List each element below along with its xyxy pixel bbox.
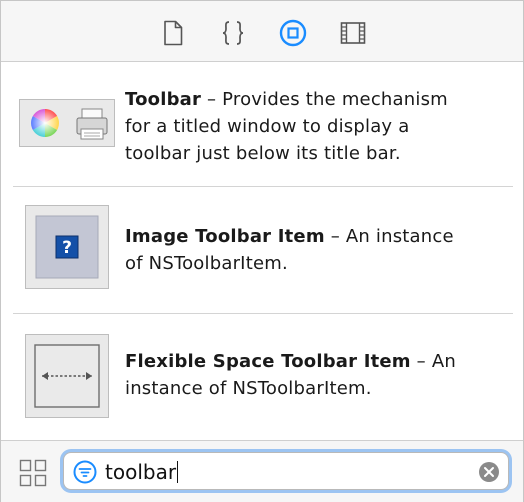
item-title: Toolbar [125, 89, 202, 110]
document-icon [164, 20, 183, 46]
filter-icon[interactable] [73, 460, 97, 484]
item-separator: – [201, 89, 223, 110]
image-toolbar-item-thumbnail: ? [25, 205, 109, 289]
question-mark-icon: ? [35, 215, 99, 279]
item-separator: – [324, 226, 346, 247]
object-library-button[interactable] [279, 19, 307, 47]
media-library-button[interactable] [339, 19, 367, 47]
library-selector-bar [1, 0, 523, 62]
object-library-panel: Toolbar – Provides the mechanism for a t… [0, 0, 524, 502]
file-template-library-button[interactable] [159, 19, 187, 47]
library-filter-field[interactable]: toolbar [63, 452, 509, 490]
film-strip-icon [340, 22, 366, 44]
item-description-line: Provides the mechanism [222, 89, 448, 110]
list-item-toolbar[interactable]: Toolbar – Provides the mechanism for a t… [13, 62, 513, 187]
list-item-image-toolbar-item[interactable]: ? Image Toolbar Item – An instance of NS… [13, 187, 513, 314]
object-library-list: Toolbar – Provides the mechanism for a t… [1, 62, 523, 440]
list-item-description: Image Toolbar Item – An instance of NSTo… [125, 223, 505, 277]
toolbar-thumbnail [19, 99, 115, 147]
color-wheel-and-printer-icon [31, 108, 108, 140]
list-item-description: Flexible Space Toolbar Item – An instanc… [125, 348, 505, 402]
item-separator: – [410, 351, 432, 372]
clear-icon[interactable] [478, 461, 500, 483]
list-item-description: Toolbar – Provides the mechanism for a t… [125, 86, 505, 167]
filter-input[interactable]: toolbar [105, 459, 179, 485]
item-description-line: toolbar just below its title bar. [125, 143, 401, 164]
flexible-space-icon [34, 344, 100, 408]
filter-bar: toolbar [1, 440, 523, 502]
filter-input-value: toolbar [105, 460, 177, 484]
item-description-line: of NSToolbarItem. [125, 253, 288, 274]
item-title: Flexible Space Toolbar Item [125, 351, 411, 372]
list-item-flexible-space-toolbar-item[interactable]: Flexible Space Toolbar Item – An instanc… [13, 314, 513, 440]
flexible-space-thumbnail [25, 334, 109, 418]
item-description-line: for a titled window to display a [125, 116, 410, 137]
item-description-line: An instance [345, 226, 454, 247]
braces-icon [222, 21, 244, 45]
code-snippet-library-button[interactable] [219, 19, 247, 47]
text-caret [177, 461, 179, 483]
item-description-line: instance of NSToolbarItem. [125, 378, 372, 399]
circle-square-icon [279, 19, 307, 47]
grid-icon [19, 459, 47, 487]
item-title: Image Toolbar Item [125, 226, 325, 247]
item-description-line: An [431, 351, 456, 372]
grid-view-toggle-button[interactable] [19, 459, 47, 487]
svg-text:?: ? [62, 238, 72, 258]
